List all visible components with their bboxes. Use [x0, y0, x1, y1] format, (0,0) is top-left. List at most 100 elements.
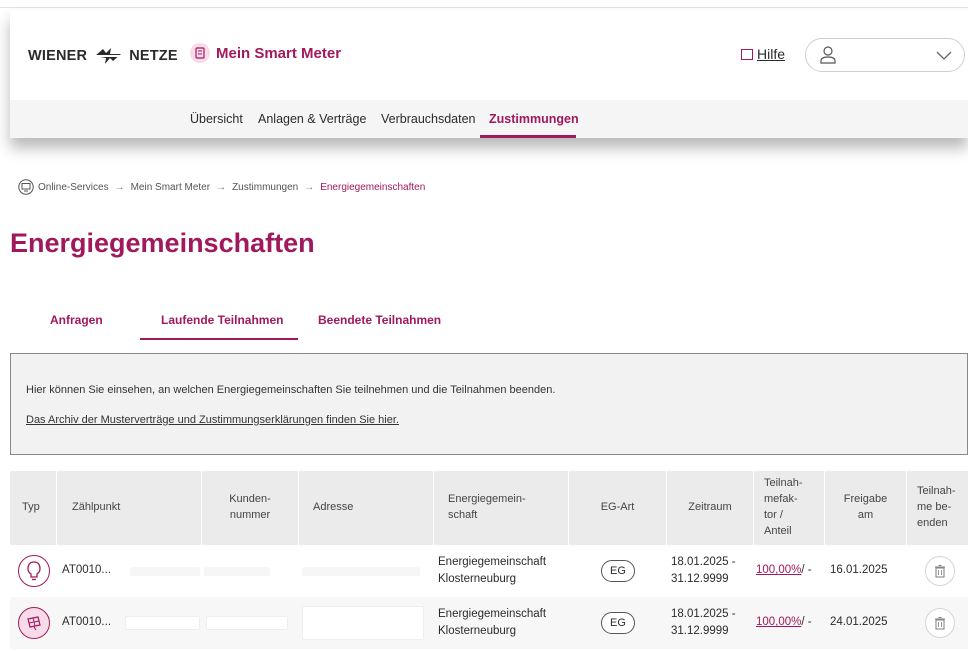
- zeitraum-end: 31.12.9999: [671, 573, 729, 585]
- header-faktor-line4: Anteil: [764, 524, 792, 537]
- type-cell: [18, 597, 50, 649]
- redacted-block: [302, 545, 420, 597]
- anteil-link[interactable]: 100,00%: [756, 614, 801, 631]
- zeitraum-start: 18.01.2025 -: [671, 555, 736, 568]
- eg-art-cell: EG: [601, 597, 635, 649]
- eg-art-badge: EG: [601, 612, 635, 634]
- nav-item-verbrauchsdaten[interactable]: Verbrauchsdaten: [381, 112, 476, 126]
- info-text: Hier können Sie einsehen, an welchen Ene…: [26, 384, 556, 396]
- redacted-block: [130, 545, 200, 597]
- tab-anfragen[interactable]: Anfragen: [50, 313, 103, 327]
- breadcrumb-arrow-icon: →: [216, 181, 227, 193]
- help-link[interactable]: Hilfe: [741, 46, 785, 62]
- breadcrumb-arrow-icon: →: [114, 181, 125, 193]
- column-header-freigabe: Freigabe am: [825, 471, 907, 545]
- header-typ-label: Typ: [22, 501, 40, 514]
- external-link-icon: [741, 48, 753, 60]
- trash-icon: [935, 564, 945, 578]
- end-participation-button[interactable]: [925, 608, 955, 638]
- anteil-cell: 100,00% / -: [756, 545, 812, 597]
- eg-name-line2: Klosterneuburg: [438, 573, 516, 585]
- breadcrumb-current: Energiegemeinschaften: [320, 181, 426, 193]
- header-faktor-line1: Teilnah-: [764, 477, 803, 490]
- app-title[interactable]: Mein Smart Meter: [190, 43, 341, 63]
- smart-meter-icon: [190, 43, 210, 63]
- tab-laufende-teilnahmen[interactable]: Laufende Teilnahmen: [161, 313, 283, 327]
- lightbulb-icon: [18, 555, 50, 587]
- app-title-text: Mein Smart Meter: [216, 44, 342, 62]
- header-kundennummer-line2: nummer: [229, 509, 271, 521]
- header-freigabe-line1: Freigabe: [843, 493, 888, 506]
- site-header: WIENER NETZE Mein Smart Meter Hilfe Über…: [10, 10, 968, 138]
- table-row: AT0010... Energiegemeinschaft Klosterneub…: [10, 597, 968, 649]
- zaehlpunkt-cell: AT0010...: [62, 616, 112, 629]
- table-row: AT0010... Energiegemeinschaft Klosterneub…: [10, 545, 968, 597]
- redacted-block: [125, 597, 200, 649]
- trash-icon: [935, 616, 945, 630]
- header-zeitraum-label: Zeitraum: [688, 501, 732, 514]
- header-eg-line1: Energiegemein-: [448, 493, 526, 506]
- anteil-link[interactable]: 100,00%: [756, 562, 801, 579]
- lightning-logo-icon: [95, 48, 122, 64]
- freigabe-cell: 16.01.2025: [830, 564, 888, 577]
- breadcrumb-online-services[interactable]: Online-Services: [38, 182, 109, 193]
- column-header-adresse: Adresse: [299, 471, 434, 545]
- header-art-label: EG-Art: [600, 501, 635, 514]
- redacted-block: [204, 545, 270, 597]
- page-title: Energiegemeinschaften: [10, 228, 315, 258]
- eg-name-line1: Energiegemeinschaft: [438, 555, 547, 568]
- column-header-zeitraum: Zeitraum: [667, 471, 754, 545]
- user-account-dropdown[interactable]: [805, 38, 965, 72]
- nav-item-uebersicht[interactable]: Übersicht: [190, 112, 243, 126]
- zeitraum-cell: 18.01.2025 - 31.12.9999: [671, 597, 736, 649]
- solar-panel-icon: [18, 607, 50, 639]
- column-header-anteil: Teilnah-mefak-tor / Anteil: [754, 471, 825, 545]
- column-header-zaehlpunkt: Zählpunkt: [57, 471, 202, 545]
- top-border: [0, 0, 968, 8]
- redacted-block: [206, 597, 288, 649]
- main-navigation: Übersicht Anlagen & Verträge Verbrauchsd…: [10, 100, 968, 138]
- energiegemeinschaft-cell: Energiegemeinschaft Klosterneuburg: [438, 597, 546, 649]
- header-beenden-line3: enden: [917, 516, 948, 529]
- column-header-typ: Typ: [10, 471, 57, 545]
- column-header-beenden: Teilnah-me be-enden: [907, 471, 968, 545]
- tab-beendete-teilnahmen[interactable]: Beendete Teilnahmen: [318, 313, 441, 327]
- breadcrumb-mein-smart-meter[interactable]: Mein Smart Meter: [131, 182, 210, 193]
- wiener-netze-logo[interactable]: WIENER NETZE: [28, 47, 178, 65]
- table-header: Typ Zählpunkt Kunden-nummer Adresse Ener…: [10, 471, 968, 545]
- breadcrumb-zustimmungen[interactable]: Zustimmungen: [232, 182, 298, 193]
- column-header-kundennummer: Kunden-nummer: [202, 471, 299, 545]
- chevron-down-icon: [936, 51, 952, 60]
- eg-art-cell: EG: [601, 545, 635, 597]
- header-zaehlpunkt-label: Zählpunkt: [72, 501, 121, 514]
- eg-art-badge: EG: [601, 560, 635, 582]
- header-beenden-line1: Teilnah-: [917, 485, 956, 498]
- anteil-rest: / -: [801, 616, 812, 629]
- header-freigabe-line2: am: [857, 509, 874, 521]
- end-participation-button[interactable]: [925, 556, 955, 586]
- monitor-icon: [18, 179, 34, 195]
- anteil-cell: 100,00% / -: [756, 597, 812, 649]
- brand-right-text: NETZE: [129, 48, 178, 64]
- brand-left-text: WIENER: [28, 48, 88, 64]
- energiegemeinschaft-cell: Energiegemeinschaft Klosterneuburg: [438, 545, 546, 597]
- column-header-energiegemeinschaft: Energiegemein-schaft: [434, 471, 569, 545]
- redacted-block: [302, 597, 424, 649]
- eg-name-line2: Klosterneuburg: [438, 625, 516, 637]
- anteil-rest: / -: [801, 564, 812, 577]
- beenden-cell: [925, 597, 955, 649]
- header-eg-line2: schaft: [448, 509, 478, 521]
- nav-item-zustimmungen[interactable]: Zustimmungen: [489, 112, 579, 126]
- nav-active-indicator: [480, 135, 576, 138]
- eg-name-line1: Energiegemeinschaft: [438, 607, 547, 620]
- nav-item-anlagen-vertraege[interactable]: Anlagen & Verträge: [258, 112, 366, 126]
- zeitraum-end: 31.12.9999: [671, 625, 729, 637]
- freigabe-cell: 24.01.2025: [830, 616, 888, 629]
- info-box: Hier können Sie einsehen, an welchen Ene…: [10, 353, 968, 455]
- breadcrumb-arrow-icon: →: [304, 181, 315, 193]
- beenden-cell: [925, 545, 955, 597]
- archive-link[interactable]: Das Archiv der Musterverträge und Zustim…: [26, 414, 399, 426]
- zeitraum-cell: 18.01.2025 - 31.12.9999: [671, 545, 736, 597]
- type-cell: [18, 545, 50, 597]
- header-faktor-line3: tor /: [764, 509, 783, 521]
